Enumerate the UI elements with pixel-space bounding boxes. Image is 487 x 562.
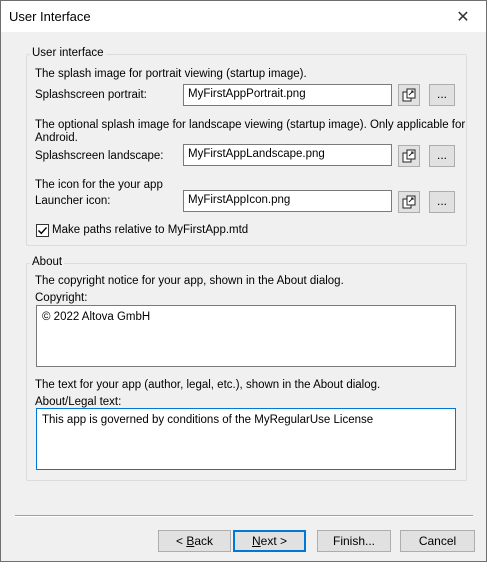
title-bar: User Interface ✕: [1, 1, 486, 32]
next-button-rest: ext >: [260, 534, 288, 548]
close-icon[interactable]: ✕: [440, 1, 486, 32]
window-title: User Interface: [9, 9, 91, 24]
portrait-edit-button[interactable]: [398, 84, 420, 106]
copyright-description: The copyright notice for your app, shown…: [35, 275, 344, 287]
edit-copy-icon: [402, 88, 416, 102]
edit-copy-icon: [402, 149, 416, 163]
user-interface-legend: User interface: [30, 47, 106, 59]
landscape-input[interactable]: MyFirstAppLandscape.png: [183, 144, 392, 166]
next-button[interactable]: Next >: [233, 530, 306, 552]
legal-label: About/Legal text:: [35, 396, 122, 408]
relative-paths-checkbox[interactable]: [36, 224, 49, 237]
copyright-textarea[interactable]: © 2022 Altova GmbH: [36, 305, 456, 367]
back-button-rest: ack: [194, 534, 214, 548]
next-button-mnemonic: N: [251, 534, 261, 548]
back-button-prefix: <: [175, 534, 187, 548]
icon-description: The icon for the your app: [35, 179, 163, 191]
legal-description: The text for your app (author, legal, et…: [35, 379, 381, 391]
legal-textarea[interactable]: This app is governed by conditions of th…: [36, 408, 456, 470]
launcher-icon-input[interactable]: MyFirstAppIcon.png: [183, 190, 392, 212]
portrait-description: The splash image for portrait viewing (s…: [35, 68, 307, 80]
landscape-description-line2: Android.: [35, 132, 78, 144]
launcher-icon-label: Launcher icon:: [35, 195, 111, 207]
portrait-browse-button[interactable]: ...: [429, 84, 455, 106]
about-legend: About: [30, 256, 65, 268]
copyright-label: Copyright:: [35, 292, 88, 304]
landscape-edit-button[interactable]: [398, 145, 420, 167]
launcher-icon-browse-button[interactable]: ...: [429, 191, 455, 213]
landscape-browse-button[interactable]: ...: [429, 145, 455, 167]
back-button[interactable]: < Back: [158, 530, 231, 552]
button-separator: [15, 515, 473, 517]
dialog-window: User Interface ✕ User interface The spla…: [0, 0, 487, 562]
checkmark-icon: [38, 227, 48, 235]
finish-button[interactable]: Finish...: [317, 530, 391, 552]
edit-copy-icon: [402, 195, 416, 209]
relative-paths-label[interactable]: Make paths relative to MyFirstApp.mtd: [52, 224, 248, 236]
cancel-button[interactable]: Cancel: [400, 530, 475, 552]
landscape-description-line1: The optional splash image for landscape …: [35, 119, 466, 131]
landscape-label: Splashscreen landscape:: [35, 150, 164, 162]
portrait-label: Splashscreen portrait:: [35, 89, 147, 101]
launcher-icon-edit-button[interactable]: [398, 191, 420, 213]
portrait-input[interactable]: MyFirstAppPortrait.png: [183, 84, 392, 106]
